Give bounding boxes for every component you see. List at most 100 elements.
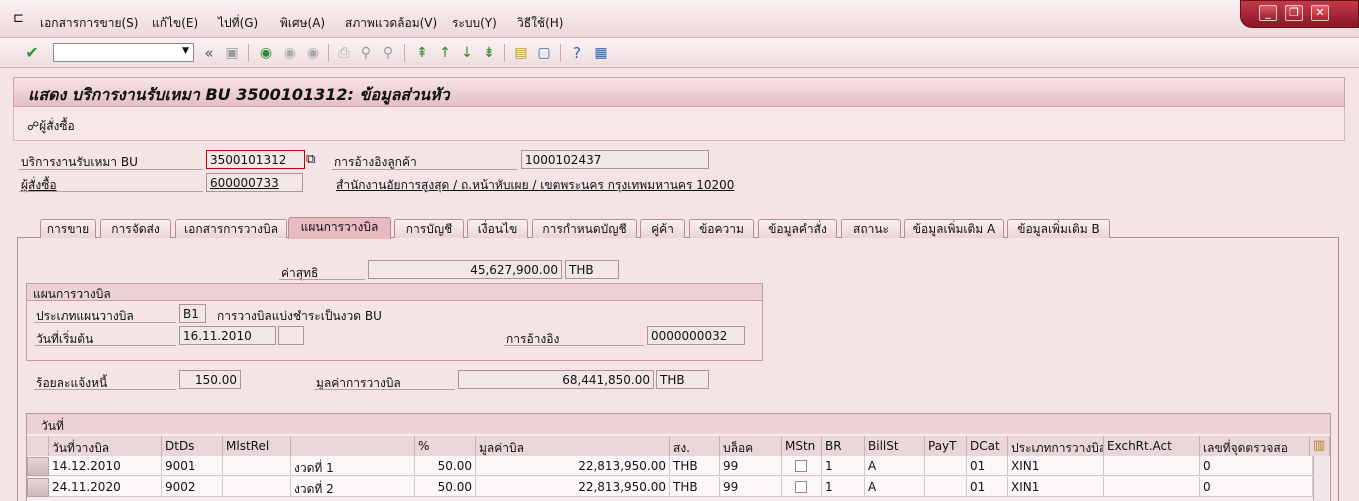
menu-edit[interactable]: แก้ไข(E) [152,14,198,33]
table-cell[interactable]: 1 [822,456,865,476]
tab-texts[interactable]: ข้อความ [689,219,754,238]
next-page-icon[interactable]: ↓ [457,43,477,63]
col-header[interactable]: เลขที่จุดตรวจสอ [1200,436,1310,456]
net-value-currency[interactable]: THB [565,260,619,279]
row-selector[interactable] [27,478,49,497]
table-cell[interactable] [1104,456,1200,476]
shortcut-icon[interactable]: ▢ [534,43,554,63]
table-cell[interactable]: 0 [1200,456,1313,476]
tab-additional-data-a[interactable]: ข้อมูลเพิ่มเติม A [904,219,1004,238]
mstn-checkbox[interactable] [795,481,807,493]
table-cell[interactable] [223,477,291,497]
tab-accounting[interactable]: การบัญชี [394,219,464,238]
billing-value-field[interactable]: 68,441,850.00 [458,370,654,389]
exit-icon[interactable]: ◉ [280,43,300,63]
col-header[interactable]: ประเภทการวางบิล [1008,436,1104,456]
notify-percent-field[interactable]: 150.00 [179,370,241,389]
table-cell[interactable] [925,456,967,476]
close-icon[interactable]: ✕ [1311,5,1329,21]
tab-billing-document[interactable]: เอกสารการวางบิล [175,219,287,238]
tab-shipping[interactable]: การจัดส่ง [100,219,171,238]
table-cell[interactable]: 50.00 [415,477,476,497]
col-header[interactable]: PayT [925,436,967,456]
find-icon[interactable]: ⚲ [356,43,376,63]
table-vertical-scrollbar[interactable] [1313,456,1329,501]
find-next-icon[interactable]: ⚲ [378,43,398,63]
table-cell[interactable]: 1 [822,477,865,497]
back-icon[interactable]: ◉ [256,43,276,63]
table-cell[interactable]: XIN1 [1008,477,1104,497]
col-header[interactable]: มูลค่าบิล [476,436,670,456]
tab-sales[interactable]: การขาย [40,219,96,238]
chevron-down-icon[interactable]: ▼ [182,46,189,56]
start-date-extra-field[interactable] [278,326,304,345]
table-cell[interactable] [925,477,967,497]
new-session-icon[interactable]: ▤ [511,43,531,63]
help-icon[interactable]: ? [567,43,587,63]
print-icon[interactable]: ⎙ [334,43,354,63]
table-cell[interactable]: 99 [720,456,782,476]
orderer-field[interactable]: 600000733 [206,173,303,192]
tab-billing-plan[interactable]: แผนการวางบิล [288,217,391,239]
mstn-checkbox[interactable] [795,460,807,472]
table-cell[interactable] [223,456,291,476]
table-cell[interactable]: 0 [1200,477,1313,497]
menu-help[interactable]: วิธีใช้(H) [517,14,563,33]
table-cell[interactable]: 24.11.2020 [49,477,162,497]
start-date-field[interactable]: 16.11.2010 [179,326,276,345]
table-cell[interactable]: A [865,456,925,476]
table-cell[interactable] [1104,477,1200,497]
menu-sales-document[interactable]: เอกสารการขาย(S) [40,14,138,33]
orderer-label[interactable]: ผู้สั่งซื้อ [21,176,57,195]
menu-system[interactable]: ระบบ(Y) [452,14,497,33]
menu-environment[interactable]: สภาพแวดล้อม(V) [345,14,437,33]
last-page-icon[interactable]: ⇟ [479,43,499,63]
minimize-icon[interactable]: _ [1259,5,1277,21]
tab-account-assignment[interactable]: การกำหนดบัญชี [532,219,637,238]
save-icon[interactable]: ▣ [222,43,242,63]
table-cell[interactable]: THB [670,456,720,476]
table-cell[interactable]: THB [670,477,720,497]
col-header[interactable]: MStn [782,436,822,456]
table-cell[interactable]: 9001 [162,456,223,476]
command-field[interactable]: ▼ [53,43,194,62]
col-header[interactable]: BR [822,436,865,456]
net-value-field[interactable]: 45,627,900.00 [368,260,562,279]
col-header[interactable]: BillSt [865,436,925,456]
enter-icon[interactable]: ✔ [22,43,42,63]
billing-value-currency[interactable]: THB [656,370,709,389]
tab-partners[interactable]: คู่ค้า [640,219,685,238]
table-settings-icon[interactable]: ▥ [1310,436,1330,456]
col-header[interactable]: ExchRt.Act [1104,436,1200,456]
tab-order-data[interactable]: ข้อมูลคำสั่ง [758,219,837,238]
menu-extras[interactable]: พิเศษ(A) [280,14,325,33]
first-page-icon[interactable]: ⇞ [412,43,432,63]
col-header[interactable]: บล็อค [720,436,782,456]
table-cell[interactable]: 14.12.2010 [49,456,162,476]
cancel-icon[interactable]: ◉ [303,43,323,63]
restore-icon[interactable]: ❐ [1285,5,1303,21]
customer-ref-field[interactable]: 1000102437 [521,150,709,169]
col-header[interactable]: DtDs [162,436,223,456]
copy-icon[interactable]: ⧉ [306,152,315,167]
back-double-icon[interactable]: « [199,43,219,63]
table-cell[interactable]: 50.00 [415,456,476,476]
table-cell[interactable]: งวดที่ 1 [291,456,415,476]
table-cell[interactable]: XIN1 [1008,456,1104,476]
col-header[interactable]: DCat [967,436,1008,456]
menu-goto[interactable]: ไปที่(G) [218,14,258,33]
table-cell[interactable]: งวดที่ 2 [291,477,415,497]
table-cell[interactable]: A [865,477,925,497]
col-header[interactable]: วันที่วางบิล [49,436,162,456]
tab-conditions[interactable]: เงื่อนไข [467,219,528,238]
plan-type-field[interactable]: B1 [179,304,206,323]
table-cell[interactable]: 22,813,950.00 [476,477,670,497]
menu-icon[interactable]: ⊏ [13,11,24,26]
bu-number-field[interactable]: 3500101312 [206,150,305,169]
orderer-button[interactable]: ☍ผู้สั่งซื้อ [27,117,75,136]
row-selector[interactable] [27,457,49,476]
col-header[interactable]: MlstRel [223,436,291,456]
table-cell[interactable]: 22,813,950.00 [476,456,670,476]
layout-icon[interactable]: ▦ [591,43,611,63]
table-cell[interactable]: 9002 [162,477,223,497]
